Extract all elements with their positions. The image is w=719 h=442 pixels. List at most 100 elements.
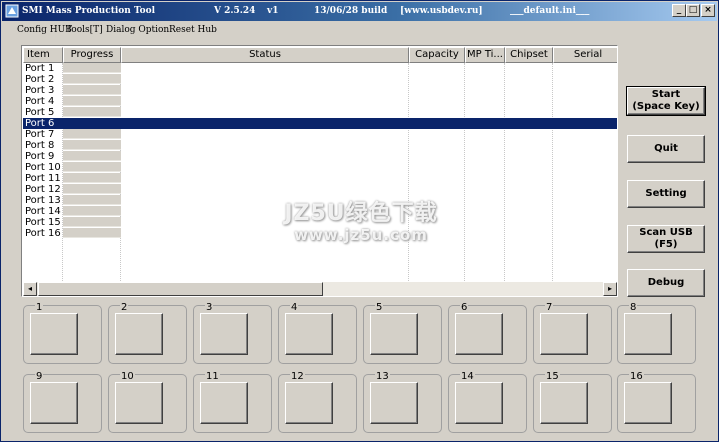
progress-cell <box>63 228 121 238</box>
port-panel-15: 15 <box>533 371 612 433</box>
site-url: [www.usbdev.ru] <box>400 6 483 16</box>
scan-usb-button[interactable]: Scan USB (F5) <box>627 225 705 253</box>
port-number: 1 <box>35 302 44 313</box>
port-status-button[interactable] <box>624 313 672 355</box>
app-name: SMI Mass Production Tool <box>22 6 156 16</box>
port-number: 15 <box>545 371 560 382</box>
scroll-right-icon[interactable]: ▸ <box>603 282 617 296</box>
menu-config-hub[interactable]: Config HUB <box>17 25 72 35</box>
port-status-button[interactable] <box>455 313 503 355</box>
menu-bar: Config HUB Tools[T] Dialog Option Reset … <box>2 22 717 38</box>
port-list[interactable]: Item Progress Status Capacity MP Ti... C… <box>21 45 618 297</box>
port-number: 4 <box>290 302 299 313</box>
port-number: 13 <box>375 371 390 382</box>
title-bar[interactable]: SMI Mass Production Tool V 2.5.24 v1 13/… <box>2 2 717 21</box>
row-port-label: Port 8 <box>25 140 55 151</box>
port-status-button[interactable] <box>115 313 163 355</box>
maximize-button[interactable]: □ <box>686 4 700 17</box>
scroll-left-icon[interactable]: ◂ <box>23 282 37 296</box>
table-row[interactable]: Port 5 <box>23 107 617 118</box>
port-status-button[interactable] <box>285 313 333 355</box>
row-port-label: Port 10 <box>25 162 61 173</box>
progress-cell <box>63 162 121 172</box>
port-status-button[interactable] <box>200 382 248 424</box>
port-number: 5 <box>375 302 384 313</box>
port-panel-8: 8 <box>617 302 696 364</box>
horizontal-scrollbar[interactable]: ◂ ▸ <box>23 282 617 296</box>
progress-cell <box>63 96 121 106</box>
start-button[interactable]: Start (Space Key) <box>626 86 706 116</box>
setting-button[interactable]: Setting <box>627 180 705 208</box>
port-panel-5: 5 <box>363 302 442 364</box>
main-window: SMI Mass Production Tool V 2.5.24 v1 13/… <box>0 0 719 442</box>
table-row[interactable]: Port 10 <box>23 162 617 173</box>
port-status-button[interactable] <box>455 382 503 424</box>
port-panel-14: 14 <box>448 371 527 433</box>
progress-cell <box>63 173 121 183</box>
port-panel-3: 3 <box>193 302 272 364</box>
port-number: 14 <box>460 371 475 382</box>
col-capacity[interactable]: Capacity <box>409 47 465 63</box>
app-revision: v1 <box>267 6 279 16</box>
close-button[interactable]: × <box>701 4 715 17</box>
port-panel-2: 2 <box>108 302 187 364</box>
progress-cell <box>63 74 121 84</box>
selection-highlight <box>23 118 617 129</box>
port-status-button[interactable] <box>624 382 672 424</box>
col-progress[interactable]: Progress <box>63 47 121 63</box>
col-chipset[interactable]: Chipset <box>505 47 553 63</box>
table-row[interactable]: Port 8 <box>23 140 617 151</box>
table-row[interactable]: Port 4 <box>23 96 617 107</box>
row-port-label: Port 12 <box>25 184 61 195</box>
port-status-button[interactable] <box>285 382 333 424</box>
progress-cell <box>63 140 121 150</box>
progress-cell <box>63 217 121 227</box>
port-status-button[interactable] <box>370 313 418 355</box>
port-status-button[interactable] <box>200 313 248 355</box>
table-row[interactable]: Port 7 <box>23 129 617 140</box>
list-header: Item Progress Status Capacity MP Ti... C… <box>23 47 617 63</box>
table-row-selected[interactable]: Port 6 <box>23 118 617 129</box>
port-panel-10: 10 <box>108 371 187 433</box>
port-number: 6 <box>460 302 469 313</box>
progress-cell <box>63 107 121 117</box>
table-row[interactable]: Port 2 <box>23 74 617 85</box>
row-port-label: Port 15 <box>25 217 61 228</box>
minimize-button[interactable]: _ <box>672 4 686 17</box>
port-number: 8 <box>629 302 638 313</box>
progress-cell <box>63 63 121 73</box>
port-number: 12 <box>290 371 305 382</box>
port-status-button[interactable] <box>540 313 588 355</box>
build-date: 13/06/28 build <box>314 6 388 16</box>
menu-tools[interactable]: Tools[T] <box>66 25 103 35</box>
table-row[interactable]: Port 3 <box>23 85 617 96</box>
col-serial[interactable]: Serial <box>553 47 617 63</box>
progress-cell <box>63 184 121 194</box>
watermark-line2: www.jz5u.com <box>294 226 428 244</box>
col-item[interactable]: Item <box>23 47 63 63</box>
port-status-button[interactable] <box>370 382 418 424</box>
table-row[interactable]: Port 11 <box>23 173 617 184</box>
port-status-button[interactable] <box>115 382 163 424</box>
col-status[interactable]: Status <box>121 47 409 63</box>
port-status-button[interactable] <box>30 382 78 424</box>
menu-reset-hub[interactable]: Reset Hub <box>169 25 217 35</box>
port-panel-6: 6 <box>448 302 527 364</box>
col-mp-time[interactable]: MP Ti... <box>465 47 505 63</box>
debug-button[interactable]: Debug <box>627 269 705 297</box>
port-status-button[interactable] <box>540 382 588 424</box>
row-port-label: Port 1 <box>25 63 55 74</box>
menu-dialog-option[interactable]: Dialog Option <box>106 25 169 35</box>
table-row[interactable]: Port 1 <box>23 63 617 74</box>
port-status-button[interactable] <box>30 313 78 355</box>
port-panel-1: 1 <box>23 302 102 364</box>
table-row[interactable]: Port 12 <box>23 184 617 195</box>
port-number: 16 <box>629 371 644 382</box>
port-panel-9: 9 <box>23 371 102 433</box>
row-port-label: Port 16 <box>25 228 61 239</box>
scrollbar-thumb[interactable] <box>38 282 323 296</box>
quit-button[interactable]: Quit <box>627 135 705 163</box>
table-row[interactable]: Port 9 <box>23 151 617 162</box>
row-port-label: Port 5 <box>25 107 55 118</box>
progress-cell <box>63 129 121 139</box>
